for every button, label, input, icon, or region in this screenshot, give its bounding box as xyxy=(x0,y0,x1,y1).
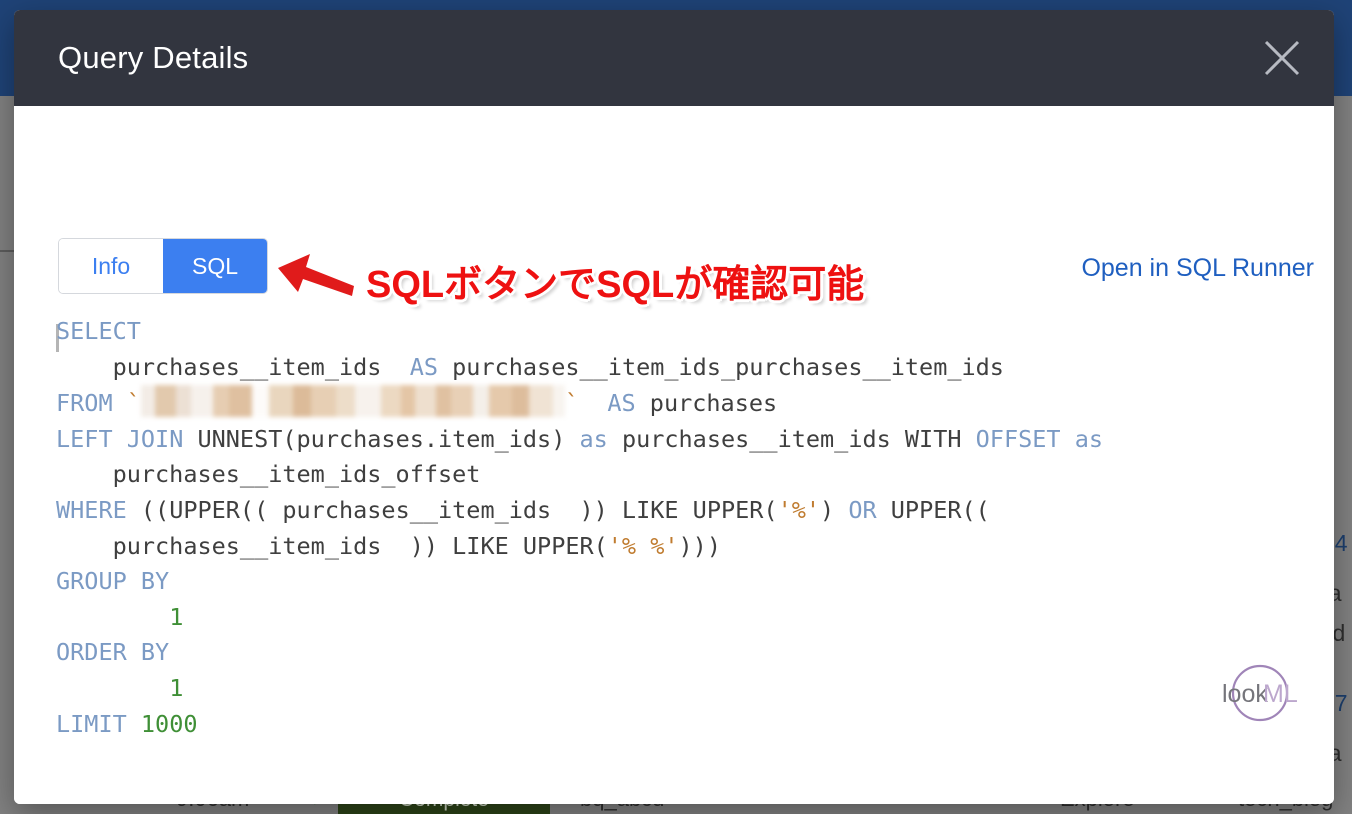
sql-token: 1000 xyxy=(140,709,198,738)
sql-token: LEFT xyxy=(56,424,113,453)
sql-line: LEFT JOIN UNNEST(purchases.item_ids) as … xyxy=(56,422,1308,458)
left-arrow-icon xyxy=(276,252,356,302)
svg-text:ML: ML xyxy=(1263,680,1298,708)
sql-token: AS xyxy=(607,389,636,418)
tab-info[interactable]: Info xyxy=(59,239,163,293)
sql-indent xyxy=(56,674,169,702)
sql-token: purchases__item_ids )) LIKE UPPER( xyxy=(112,531,608,560)
sql-backtick: ` xyxy=(126,389,141,418)
sql-token: UNNEST(purchases.item_ids) xyxy=(183,424,580,453)
sql-token: SELECT xyxy=(56,317,141,345)
sql-indent xyxy=(56,603,169,631)
sql-token: ) xyxy=(820,495,849,524)
sql-token: purchases__item_ids_purchases__item_ids xyxy=(438,352,1004,381)
page-title: Query Details xyxy=(58,40,249,75)
tab-sql[interactable]: SQL xyxy=(163,239,267,293)
modal-body: Info SQL SQLボタンでSQLが確認可能 Open in SQL Run… xyxy=(14,106,1334,804)
close-icon[interactable] xyxy=(1260,36,1304,80)
sql-token: OFFSET xyxy=(975,424,1061,453)
sql-token: UPPER(( xyxy=(876,495,990,524)
sql-indent xyxy=(56,532,113,560)
sql-line: FROM ` ` AS purchases xyxy=(56,385,1308,422)
sql-line: 1 xyxy=(56,600,1308,636)
sql-line: ORDER BY xyxy=(56,635,1308,671)
sql-token: WHERE xyxy=(56,495,127,524)
sql-token: 1 xyxy=(169,673,184,702)
annotation-label: SQLボタンでSQLが確認可能 xyxy=(366,264,865,306)
sql-token: purchases xyxy=(635,389,778,418)
sql-token: FROM xyxy=(56,389,113,418)
lookml-watermark: look ML xyxy=(1214,661,1306,725)
sql-token: AS xyxy=(409,352,439,381)
sql-line: WHERE ((UPPER(( purchases__item_ids )) L… xyxy=(56,493,1308,529)
sql-token: purchases__item_ids_offset xyxy=(112,460,481,489)
sql-indent xyxy=(56,460,113,488)
sql-code-block[interactable]: SELECT purchases__item_ids AS purchases_… xyxy=(56,314,1308,742)
sql-line: 1 xyxy=(56,671,1308,707)
sql-line: GROUP BY xyxy=(56,564,1308,600)
sql-token: GROUP xyxy=(56,567,127,596)
sql-backtick: ` xyxy=(564,389,580,418)
sql-token: as xyxy=(579,424,608,453)
query-details-modal: Query Details Info SQL SQLボタンでSQLが確認可能 O… xyxy=(14,10,1334,804)
sql-line: LIMIT 1000 xyxy=(56,707,1308,743)
sql-token: ))) xyxy=(678,531,721,560)
sql-token: 1 xyxy=(169,602,184,631)
sql-token: '% %' xyxy=(607,531,679,560)
sql-token: ((UPPER(( purchases__item_ids )) LIKE UP… xyxy=(126,495,778,524)
sql-token: as xyxy=(1074,424,1103,453)
sql-indent xyxy=(56,353,113,381)
modal-header: Query Details xyxy=(14,10,1334,106)
tab-group: Info SQL xyxy=(58,238,268,294)
sql-token: OR xyxy=(848,495,877,524)
sql-line: purchases__item_ids )) LIKE UPPER('% %')… xyxy=(56,529,1308,565)
sql-token: purchases__item_ids xyxy=(112,352,410,381)
sql-token: BY xyxy=(140,567,170,596)
open-in-sql-runner-link[interactable]: Open in SQL Runner xyxy=(1081,254,1314,283)
sql-line: purchases__item_ids_offset xyxy=(56,457,1308,493)
sql-token: BY xyxy=(140,638,170,667)
sql-token: ORDER xyxy=(56,638,127,667)
redacted-table-name xyxy=(140,385,565,418)
svg-text:look: look xyxy=(1222,680,1268,708)
sql-token: purchases__item_ids WITH xyxy=(607,424,976,453)
sql-token: JOIN xyxy=(126,424,184,453)
sql-token: '%' xyxy=(777,495,821,524)
sql-token: LIMIT xyxy=(56,709,127,738)
sql-line: purchases__item_ids AS purchases__item_i… xyxy=(56,350,1308,386)
sql-line: SELECT xyxy=(56,314,1308,350)
